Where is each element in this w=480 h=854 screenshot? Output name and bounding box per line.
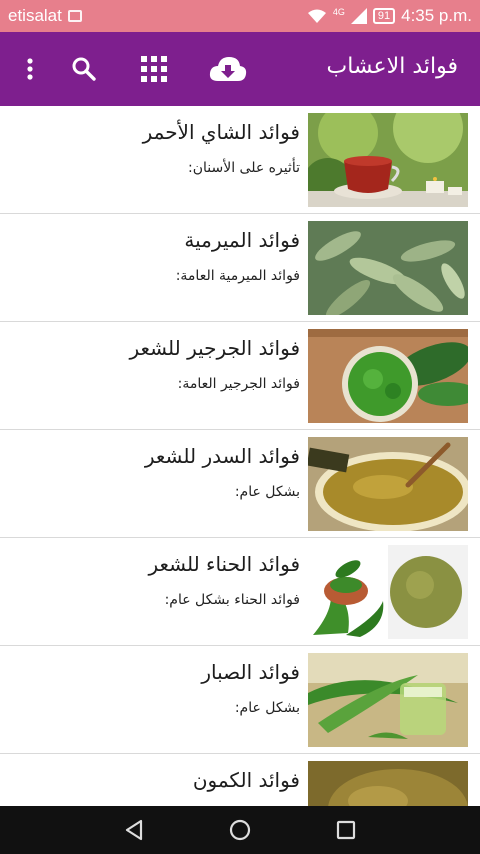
list-item[interactable]: فوائد الجرجير للشعر فوائد الجرجير العامة… — [0, 322, 480, 430]
henna-powder-thumbnail — [308, 545, 468, 639]
signal-icon — [350, 8, 367, 24]
carrier-label: etisalat — [8, 6, 62, 25]
list-item[interactable]: فوائد الشاي الأحمر تأثيره على الأسنان: — [0, 106, 480, 214]
system-navigation-bar — [0, 806, 480, 854]
back-icon[interactable] — [122, 818, 146, 842]
item-subtitle: بشكل عام: — [234, 700, 300, 716]
item-title: فوائد السدر للشعر — [144, 444, 300, 468]
item-title: فوائد الصبار — [201, 660, 300, 684]
item-subtitle: بشكل عام: — [234, 484, 300, 500]
item-subtitle: تأثيره على الأسنان: — [188, 160, 300, 176]
sage-leaves-thumbnail — [308, 221, 468, 315]
arugula-paste-thumbnail — [308, 329, 468, 423]
sim-icon — [67, 10, 82, 22]
item-title: فوائد الكمون — [192, 768, 300, 792]
item-title: فوائد الميرمية — [184, 228, 300, 252]
item-title: فوائد الجرجير للشعر — [129, 336, 301, 360]
list-item[interactable]: فوائد الحناء للشعر فوائد الحناء بشكل عام… — [0, 538, 480, 646]
herbs-list: فوائد الشاي الأحمر تأثيره على الأسنان: ف… — [0, 106, 480, 806]
cumin-seeds-thumbnail — [308, 761, 468, 806]
red-tea-thumbnail — [308, 113, 468, 207]
battery-indicator: 91 — [372, 8, 396, 24]
more-options-icon[interactable] — [10, 49, 50, 89]
list-item[interactable]: فوائد الميرمية فوائد الميرمية العامة: — [0, 214, 480, 322]
list-item[interactable]: فوائد السدر للشعر بشكل عام: — [0, 430, 480, 538]
wifi-icon — [307, 9, 326, 23]
list-item[interactable]: فوائد الصبار بشكل عام: — [0, 646, 480, 754]
item-subtitle: فوائد الميرمية العامة: — [175, 268, 300, 284]
sidr-powder-thumbnail — [308, 437, 468, 531]
cloud-download-icon[interactable] — [208, 49, 248, 89]
list-item[interactable]: فوائد الكمون — [0, 754, 480, 806]
app-bar: فوائد الاعشاب — [0, 32, 480, 106]
network-type-label: 4G — [332, 7, 345, 17]
item-subtitle: فوائد الجرجير العامة: — [177, 376, 300, 392]
clock: 4:35 p.m. — [401, 6, 472, 25]
status-bar: etisalat 4G 91 4:35 p.m. — [0, 0, 480, 32]
grid-apps-icon[interactable] — [134, 49, 174, 89]
item-subtitle: فوائد الحناء بشكل عام: — [164, 592, 300, 608]
home-icon[interactable] — [228, 818, 252, 842]
item-title: فوائد الشاي الأحمر — [142, 120, 300, 144]
recents-icon[interactable] — [334, 818, 358, 842]
aloe-vera-thumbnail — [308, 653, 468, 747]
search-icon[interactable] — [64, 49, 104, 89]
item-title: فوائد الحناء للشعر — [148, 552, 300, 576]
page-title: فوائد الاعشاب — [326, 54, 458, 79]
